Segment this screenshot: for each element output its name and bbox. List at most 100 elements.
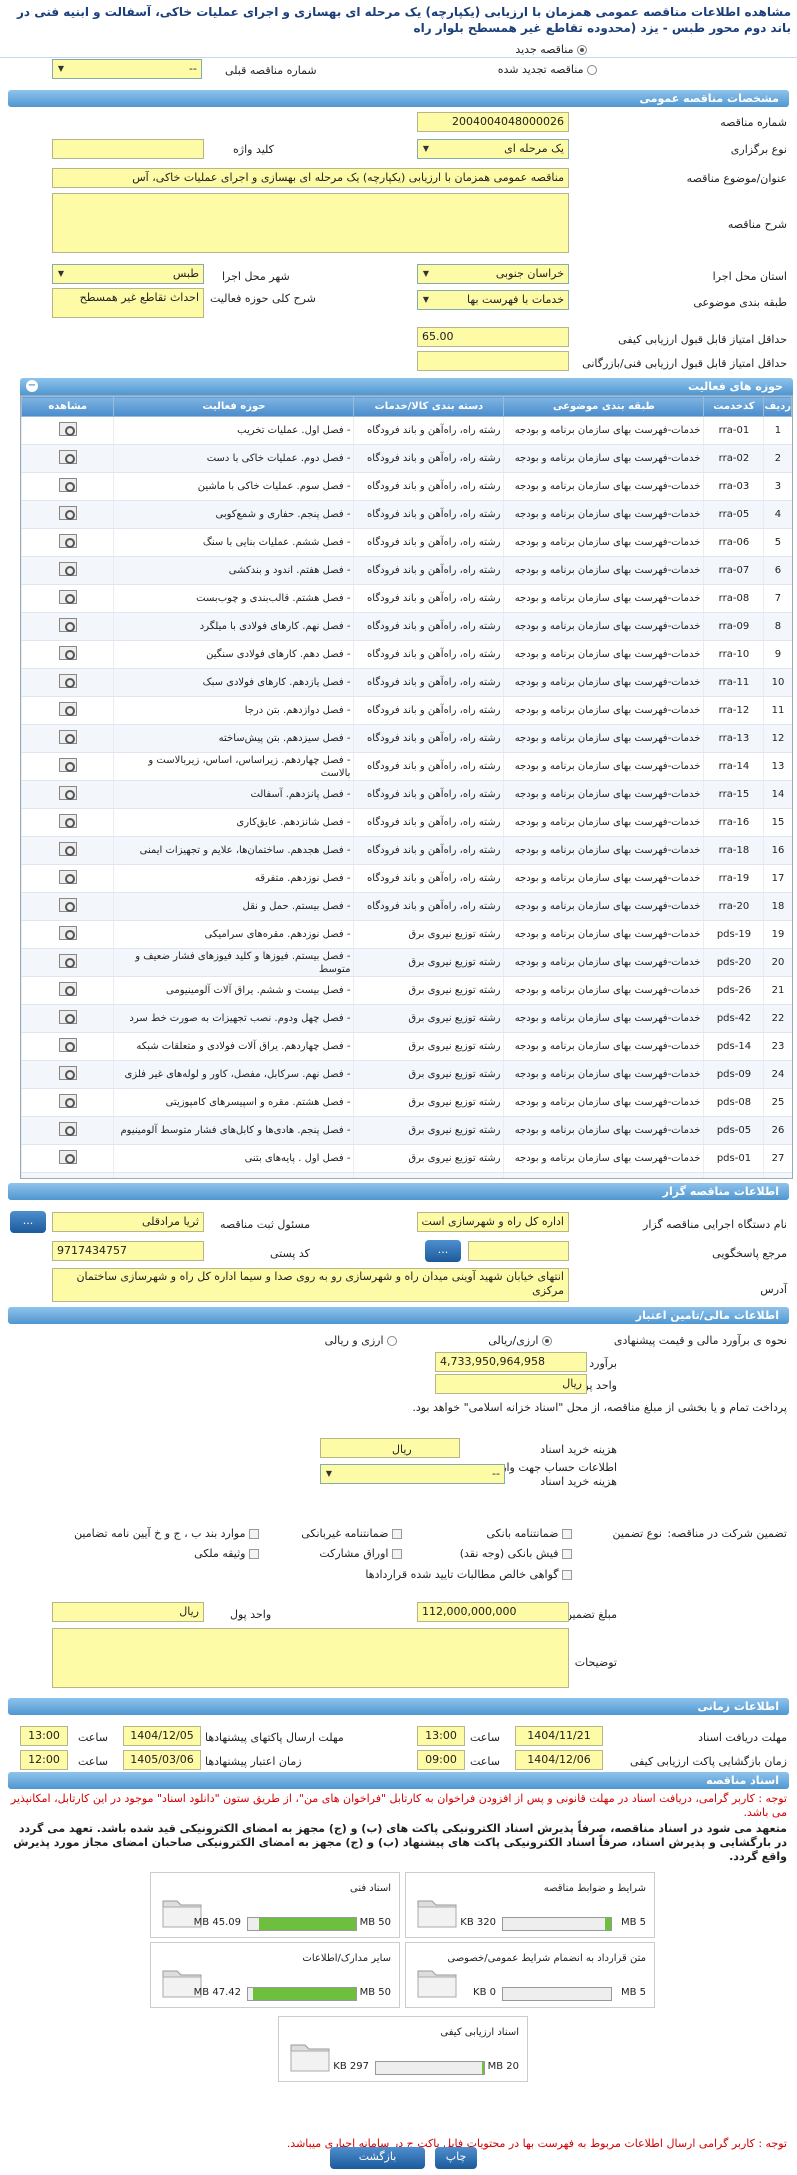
min-quality-field[interactable]: 65.00 (417, 327, 569, 347)
print-button[interactable]: چاپ (435, 2147, 477, 2169)
checkbox-icon[interactable] (249, 1549, 259, 1559)
reference-field[interactable] (468, 1241, 569, 1261)
notes-field[interactable] (52, 1628, 569, 1688)
recv-date-field[interactable]: 1404/11/21 (515, 1726, 603, 1746)
view-cell[interactable] (21, 864, 114, 893)
doc-fee-field[interactable] (320, 1438, 460, 1458)
view-icon[interactable] (58, 1065, 77, 1080)
view-cell[interactable] (21, 472, 114, 501)
prev-number-select[interactable]: -- ▼ (52, 59, 202, 79)
view-icon[interactable] (58, 1037, 77, 1052)
view-icon[interactable] (58, 617, 77, 632)
valid-date-field[interactable]: 1405/03/06 (123, 1750, 201, 1770)
view-icon[interactable] (58, 645, 77, 660)
radio-icon[interactable] (542, 1336, 552, 1346)
checkbox-icon[interactable] (562, 1529, 572, 1539)
tender-number-field[interactable]: 2004004048000026 (417, 112, 569, 132)
g-option-3[interactable]: فیش بانکی (وجه نقد) (460, 1547, 572, 1561)
view-cell[interactable] (21, 836, 114, 865)
view-cell[interactable] (21, 1032, 114, 1061)
view-icon[interactable] (58, 1177, 77, 1178)
view-cell[interactable] (21, 416, 114, 445)
g-unit-field[interactable]: ریال (52, 1602, 204, 1622)
view-icon[interactable] (58, 869, 77, 884)
view-cell[interactable] (21, 920, 114, 949)
reference-button[interactable]: ... (425, 1240, 461, 1262)
responsible-field[interactable]: ثریا مرادقلی (52, 1212, 204, 1232)
send-date-field[interactable]: 1404/12/05 (123, 1726, 201, 1746)
view-cell[interactable] (21, 1060, 114, 1089)
view-cell[interactable] (21, 948, 114, 977)
view-icon[interactable] (58, 1009, 77, 1024)
view-cell[interactable] (21, 696, 114, 725)
recv-time-field[interactable]: 13:00 (417, 1726, 465, 1746)
estimate-type-opt1[interactable]: ارزی/ریالی (488, 1334, 552, 1348)
open-time-field[interactable]: 09:00 (417, 1750, 465, 1770)
subject-field[interactable]: مناقصه عمومی همزمان با ارزیابی (یکپارچه)… (52, 168, 569, 188)
doc-box[interactable]: سایر مدارک/اطلاعات 50 MB 47.42 MB (150, 1942, 400, 2008)
view-icon[interactable] (58, 785, 77, 800)
view-icon[interactable] (58, 477, 77, 492)
view-icon[interactable] (58, 1149, 77, 1164)
view-icon[interactable] (58, 953, 77, 968)
new-tender-option[interactable]: مناقصه جدید (515, 43, 587, 57)
view-icon[interactable] (58, 1121, 77, 1136)
estimate-field[interactable]: 4,733,950,964,958 (435, 1352, 587, 1372)
view-cell[interactable] (21, 724, 114, 753)
valid-time-field[interactable]: 12:00 (20, 1750, 68, 1770)
view-cell[interactable] (21, 500, 114, 529)
view-icon[interactable] (58, 589, 77, 604)
g-option-6[interactable]: گواهی خالص مطالبات تایید شده قراردادها (365, 1568, 572, 1582)
classification-select[interactable]: خدمات با فهرست بها ▼ (417, 290, 569, 310)
checkbox-icon[interactable] (392, 1549, 402, 1559)
send-time-field[interactable]: 13:00 (20, 1726, 68, 1746)
collapse-icon[interactable]: − (26, 380, 38, 392)
view-icon[interactable] (58, 673, 77, 688)
view-cell[interactable] (21, 444, 114, 473)
g-option-1[interactable]: ضمانتنامه غیربانکی (301, 1527, 402, 1541)
view-cell[interactable] (21, 1088, 114, 1117)
doc-box[interactable]: شرایط و ضوابط مناقصه 5 MB 320 KB (405, 1872, 655, 1938)
view-cell[interactable] (21, 1172, 114, 1178)
view-icon[interactable] (58, 505, 77, 520)
view-cell[interactable] (21, 752, 114, 781)
view-cell[interactable] (21, 1144, 114, 1173)
view-cell[interactable] (21, 1116, 114, 1145)
city-select[interactable]: طبس ▼ (52, 264, 204, 284)
unit-field[interactable]: ریال (435, 1374, 587, 1394)
view-icon[interactable] (58, 533, 77, 548)
view-icon[interactable] (58, 729, 77, 744)
g-option-4[interactable]: اوراق مشارکت (319, 1547, 402, 1561)
province-select[interactable]: خراسان جنوبی ▼ (417, 264, 569, 284)
doc-box[interactable]: اسناد ارزیابی کیفی 20 MB 297 KB (278, 2016, 528, 2082)
radio-icon[interactable] (587, 65, 597, 75)
renewed-tender-option[interactable]: مناقصه تجدید شده (498, 63, 597, 77)
view-cell[interactable] (21, 556, 114, 585)
estimate-type-opt2[interactable]: ارزی و ریالی (325, 1334, 397, 1348)
back-button[interactable]: بازگشت (330, 2147, 425, 2169)
g-option-5[interactable]: وثیقه ملکی (194, 1547, 259, 1561)
view-cell[interactable] (21, 528, 114, 557)
view-icon[interactable] (58, 449, 77, 464)
view-icon[interactable] (58, 925, 77, 940)
view-icon[interactable] (58, 701, 77, 716)
view-icon[interactable] (58, 1093, 77, 1108)
scope-field[interactable]: احداث تقاطع غیر همسطح (52, 288, 204, 318)
g-option-2[interactable]: موارد بند ب ، ج و خ آیین نامه تضامین (74, 1527, 259, 1541)
view-icon[interactable] (58, 561, 77, 576)
view-cell[interactable] (21, 808, 114, 837)
keyword-field[interactable] (52, 139, 204, 159)
view-icon[interactable] (58, 813, 77, 828)
view-icon[interactable] (58, 757, 77, 772)
radio-icon[interactable] (387, 1336, 397, 1346)
checkbox-icon[interactable] (562, 1549, 572, 1559)
view-icon[interactable] (58, 421, 77, 436)
checkbox-icon[interactable] (562, 1570, 572, 1580)
doc-box[interactable]: اسناد فنی 50 MB 45.09 MB (150, 1872, 400, 1938)
view-cell[interactable] (21, 892, 114, 921)
view-icon[interactable] (58, 841, 77, 856)
description-field[interactable] (52, 193, 569, 253)
view-cell[interactable] (21, 780, 114, 809)
view-icon[interactable] (58, 897, 77, 912)
g-amount-field[interactable]: 112,000,000,000 (417, 1602, 569, 1622)
